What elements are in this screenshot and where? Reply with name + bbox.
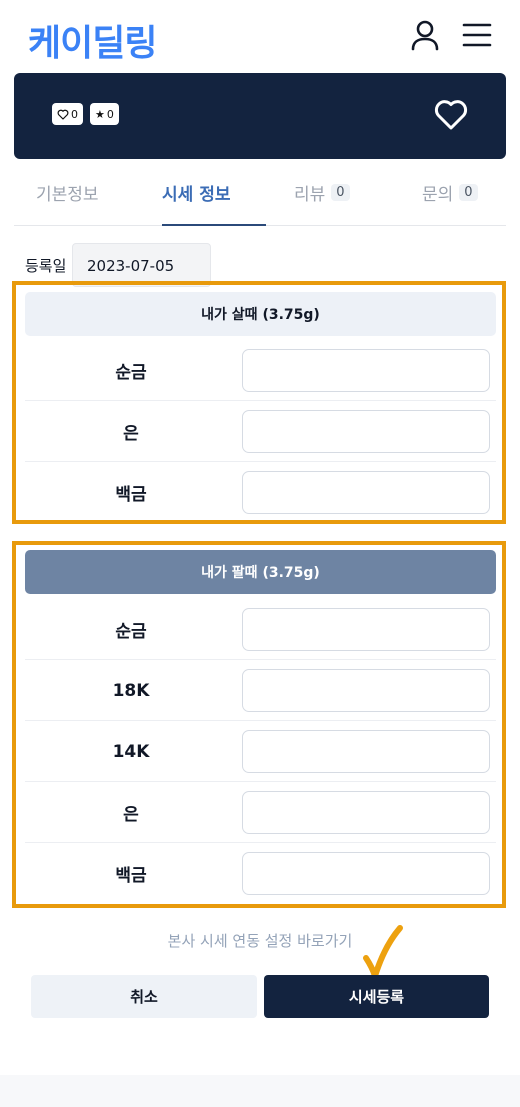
metal-label: 백금 — [115, 866, 147, 886]
price-row: 18K — [25, 660, 496, 721]
tab-label: 시세 정보 — [162, 185, 231, 205]
like-count: 0 — [71, 107, 78, 121]
tab-price-info[interactable]: 시세 정보 — [162, 180, 230, 205]
price-row: 14K — [25, 721, 496, 782]
price-row: 은 — [25, 782, 496, 843]
headquarters-sync-link[interactable]: 본사 시세 연동 설정 바로가기 — [0, 930, 520, 951]
tab-label: 기본정보 — [36, 185, 99, 205]
sell-pure-gold-input[interactable] — [242, 608, 490, 651]
price-row: 백금 — [25, 462, 496, 523]
sell-platinum-input[interactable] — [242, 852, 490, 895]
heart-outline-icon[interactable] — [433, 97, 469, 133]
buy-section-title: 내가 살때 (3.75g) — [25, 292, 496, 336]
tab-count-badge: 0 — [331, 184, 350, 201]
user-icon[interactable] — [408, 18, 442, 52]
metal-label: 순금 — [115, 622, 147, 642]
star-icon: ★ — [95, 107, 105, 121]
price-row: 은 — [25, 401, 496, 462]
register-price-button[interactable]: 시세등록 — [264, 975, 489, 1018]
tab-label: 문의 — [422, 185, 454, 205]
price-row: 백금 — [25, 843, 496, 904]
app-logo[interactable]: 케이딜링 — [28, 14, 157, 66]
metal-label: 백금 — [115, 485, 147, 505]
metal-label: 18K — [112, 680, 150, 701]
top-header: 케이딜링 — [0, 0, 520, 72]
tab-label: 리뷰 — [294, 185, 326, 205]
buy-pure-gold-input[interactable] — [242, 349, 490, 392]
metal-label: 은 — [123, 424, 139, 444]
buy-platinum-input[interactable] — [242, 471, 490, 514]
active-tab-indicator — [162, 224, 266, 226]
hamburger-menu-icon[interactable] — [460, 20, 494, 50]
sell-silver-input[interactable] — [242, 791, 490, 834]
sell-18k-input[interactable] — [242, 669, 490, 712]
heart-small-icon — [57, 109, 69, 120]
tab-reviews[interactable]: 리뷰 0 — [294, 180, 350, 205]
price-row: 순금 — [25, 340, 496, 401]
metal-label: 순금 — [115, 363, 147, 383]
sell-14k-input[interactable] — [242, 730, 490, 773]
sell-section-title: 내가 팔때 (3.75g) — [25, 550, 496, 594]
store-banner: 0 ★ 0 — [14, 73, 506, 159]
cancel-button[interactable]: 취소 — [31, 975, 257, 1018]
buy-silver-input[interactable] — [242, 410, 490, 453]
star-count-badge: ★ 0 — [90, 103, 119, 125]
tab-basic-info[interactable]: 기본정보 — [36, 180, 99, 205]
like-count-badge: 0 — [52, 103, 83, 125]
tab-inquiries[interactable]: 문의 0 — [422, 180, 478, 205]
tab-count-badge: 0 — [459, 184, 478, 201]
tab-bar: 기본정보 시세 정보 리뷰 0 문의 0 — [14, 166, 506, 226]
sell-price-section: 내가 팔때 (3.75g) 순금 18K 14K 은 백금 — [12, 541, 506, 908]
metal-label: 은 — [123, 805, 139, 825]
buy-price-section: 내가 살때 (3.75g) 순금 은 백금 — [12, 281, 506, 524]
footer-area — [0, 1075, 520, 1107]
price-row: 순금 — [25, 599, 496, 660]
registration-date-label: 등록일 — [25, 257, 67, 275]
metal-label: 14K — [112, 741, 150, 762]
checkmark-icon — [358, 922, 410, 982]
star-count: 0 — [106, 107, 114, 121]
